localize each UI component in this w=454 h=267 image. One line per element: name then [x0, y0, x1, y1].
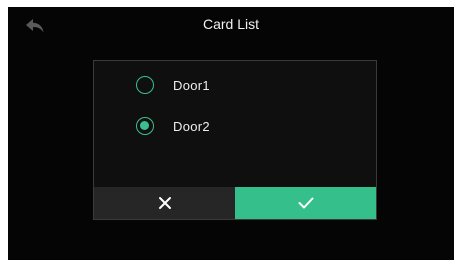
door-option-label: Door1: [173, 77, 210, 93]
door-option-1[interactable]: Door1: [136, 74, 210, 96]
door-select-dialog: Door1 Door2: [93, 60, 377, 220]
page-title: Card List: [202, 16, 260, 32]
radio-checked[interactable]: [136, 117, 154, 135]
close-icon: [158, 197, 171, 209]
door-option-label: Door2: [173, 118, 210, 134]
confirm-button[interactable]: [235, 187, 376, 219]
check-icon: [298, 197, 313, 209]
dialog-button-row: [94, 187, 376, 219]
device-screen: Card List Door1 Door2: [8, 7, 454, 260]
cancel-button[interactable]: [94, 187, 235, 219]
door-option-2[interactable]: Door2: [136, 115, 210, 137]
radio-unchecked[interactable]: [136, 76, 154, 94]
